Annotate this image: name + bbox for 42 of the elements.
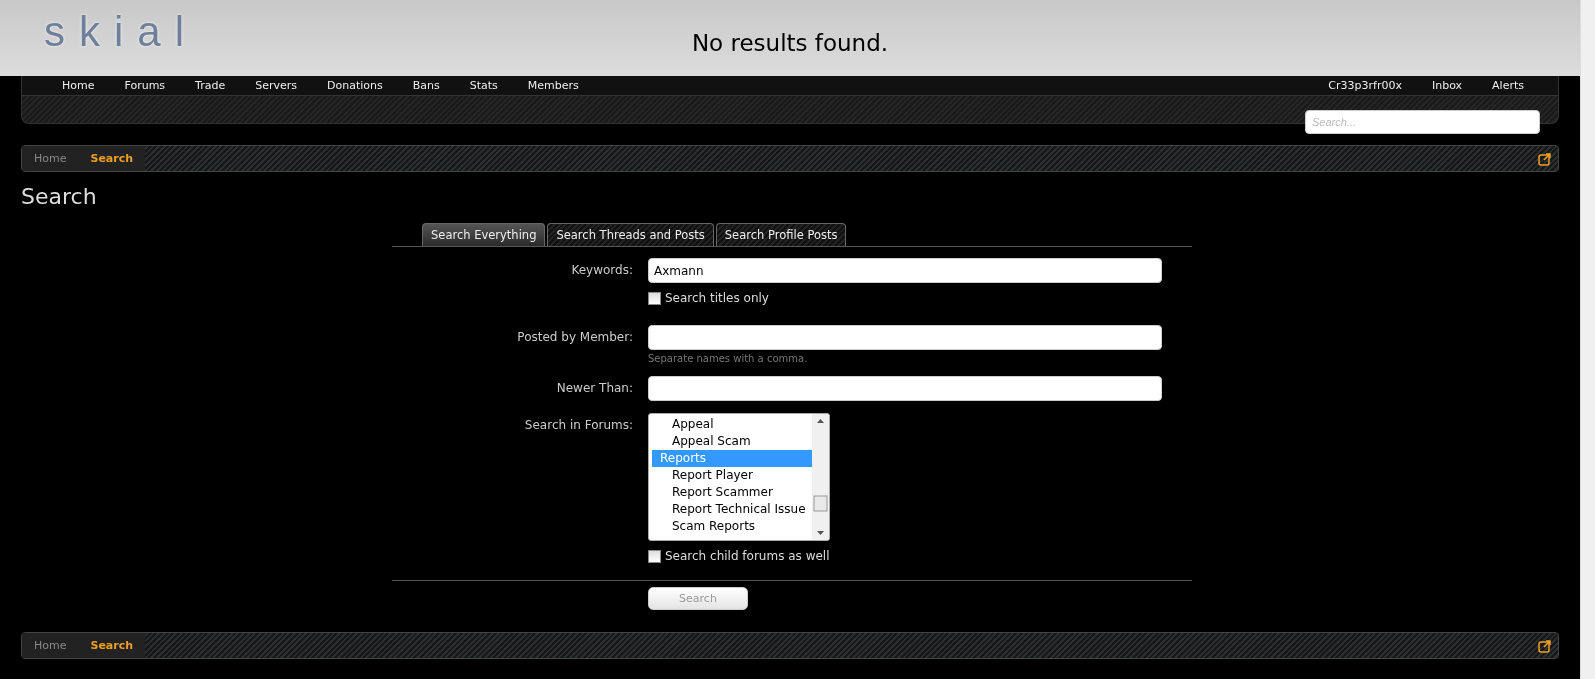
keywords-field[interactable]: Axmann xyxy=(648,258,1162,283)
forum-listbox[interactable]: Appeal Appeal Scam Reports Report Player Report Scammer Report Technical Issue Scam Reports xyxy=(648,413,830,541)
nav-link[interactable]: Trade xyxy=(195,79,226,92)
nav-link[interactable]: Donations xyxy=(327,79,383,92)
checkbox-label: Search titles only xyxy=(665,291,769,305)
field-label: Search in Forums: xyxy=(523,417,633,432)
nav-link[interactable]: Home xyxy=(62,79,95,92)
field-label: Newer Than: xyxy=(555,380,633,395)
child-forums-checkbox[interactable]: Search child forums as well xyxy=(648,549,1162,563)
page-title: Search xyxy=(21,184,98,209)
search-field[interactable]: Search... xyxy=(1305,110,1540,134)
nav-link[interactable]: Stats xyxy=(469,79,498,92)
forum-option[interactable]: Report Technical Issue xyxy=(652,501,812,518)
field-label: Keywords: xyxy=(570,262,633,277)
notice-message: No results found. xyxy=(691,29,889,56)
nav-link[interactable]: Forums xyxy=(124,79,166,92)
field-hint: Separate names with a comma. xyxy=(648,353,809,364)
date-field[interactable] xyxy=(648,376,1162,401)
tab[interactable]: Search Threads and Posts xyxy=(547,223,714,246)
checkbox-square[interactable] xyxy=(648,291,661,305)
nav-link[interactable]: Bans xyxy=(412,79,440,92)
nav-link[interactable]: Members xyxy=(527,79,579,92)
nav-link[interactable]: Alerts xyxy=(1492,79,1524,92)
checkbox-square[interactable] xyxy=(648,549,661,563)
nav-link[interactable]: Servers xyxy=(255,79,298,92)
forum-option[interactable]: Report Player xyxy=(652,467,812,484)
nav-link[interactable]: Cr33p3rfr00x xyxy=(1328,79,1402,92)
field-label: Posted by Member: xyxy=(516,329,633,344)
page-scrollbar[interactable] xyxy=(1580,0,1595,679)
forum-option[interactable]: Report Scammer xyxy=(652,484,812,501)
popout-icon[interactable] xyxy=(1538,638,1552,653)
forum-option[interactable]: Appeal Scam xyxy=(652,433,812,450)
forum-option[interactable]: Scam Reports xyxy=(652,518,812,535)
member-field[interactable] xyxy=(648,325,1162,350)
nav-link[interactable]: Inbox xyxy=(1431,79,1463,92)
tab[interactable]: Search Profile Posts xyxy=(715,223,847,246)
titles-only-checkbox[interactable]: Search titles only xyxy=(648,291,1162,305)
list-scrollbar[interactable] xyxy=(812,414,829,540)
tab[interactable]: Search Everything xyxy=(422,223,546,246)
checkbox-label: Search child forums as well xyxy=(665,549,830,563)
forum-option[interactable]: Appeal xyxy=(652,416,812,433)
popout-icon[interactable] xyxy=(1538,151,1552,166)
